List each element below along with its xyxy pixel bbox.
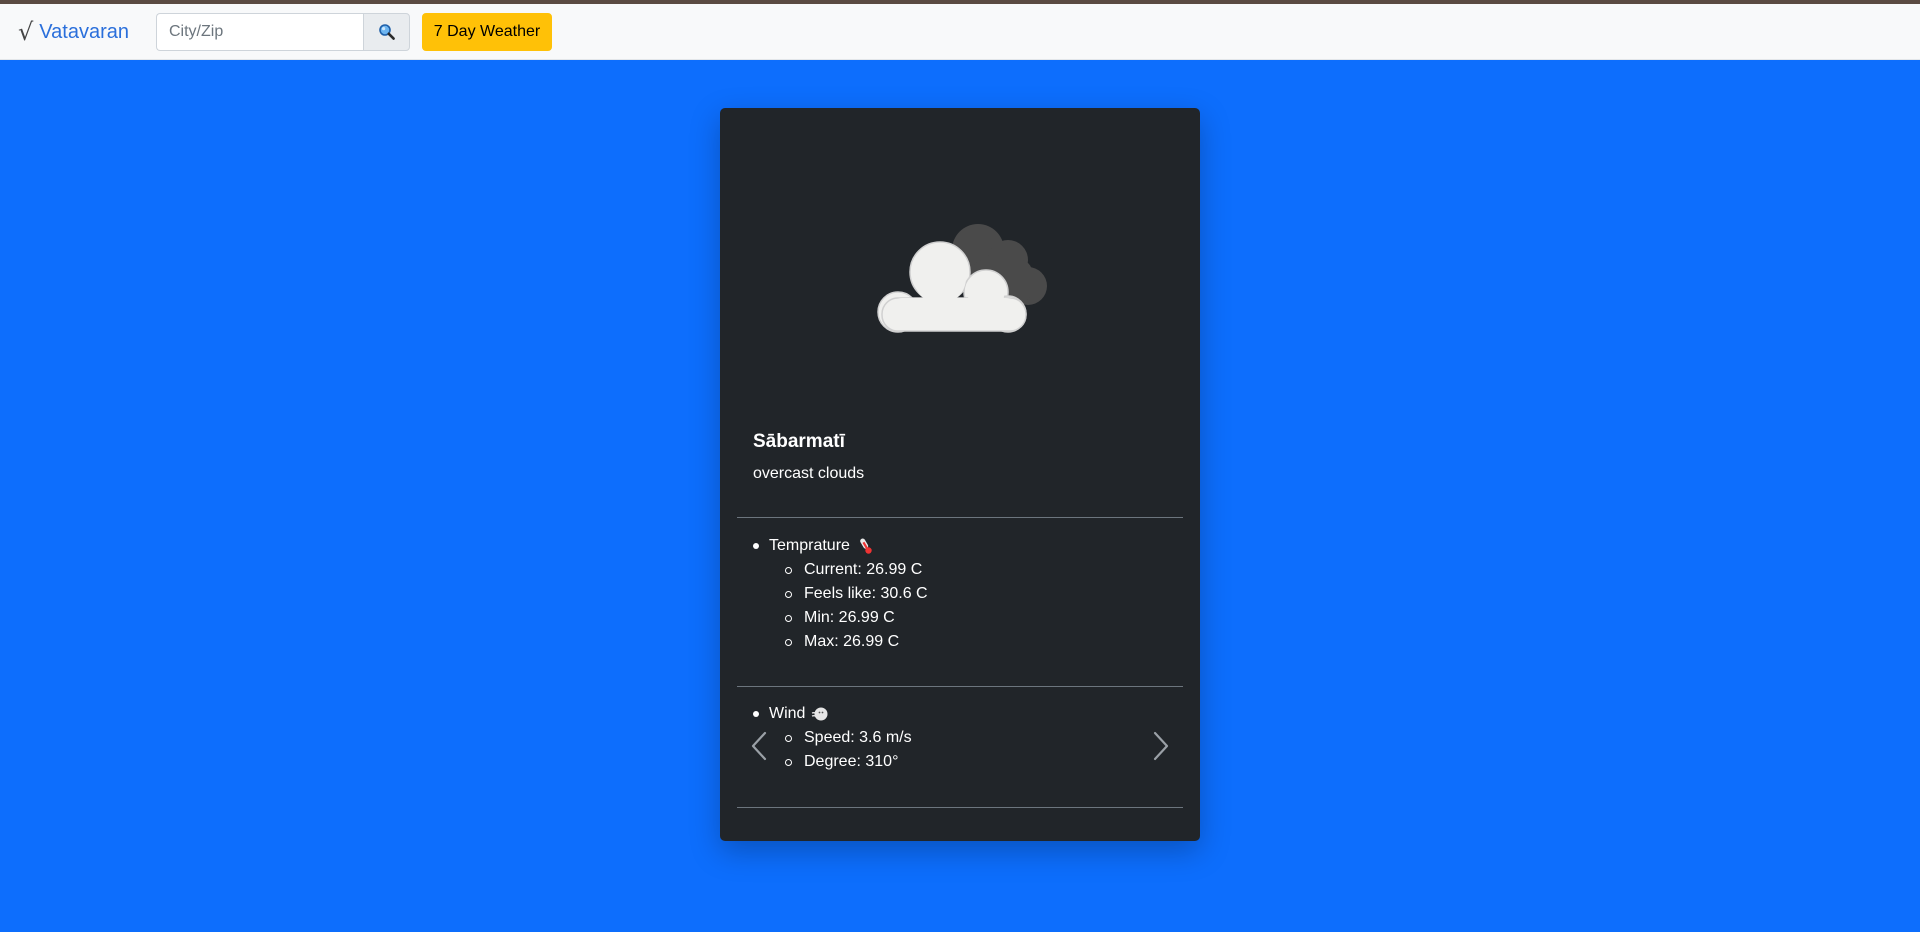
brand-name: Vatavaran xyxy=(39,20,129,43)
wind-speed: Speed: 3.6 m/s xyxy=(804,729,912,746)
temperature-max: Max: 26.99 C xyxy=(804,633,900,650)
bullet xyxy=(753,711,759,717)
seven-day-weather-button[interactable]: 7 Day Weather xyxy=(422,13,552,51)
thermometer-icon xyxy=(860,538,872,554)
bullet xyxy=(785,566,792,574)
search-input[interactable] xyxy=(156,13,363,51)
wind-face-icon xyxy=(812,707,828,721)
wind-heading: Wind xyxy=(753,702,912,726)
wind-label: Wind xyxy=(769,705,806,722)
temperature-feels-like: Feels like: 30.6 C xyxy=(804,585,928,602)
next-arrow-icon[interactable] xyxy=(1145,729,1175,763)
search-button[interactable] xyxy=(363,13,410,51)
bullet xyxy=(753,543,759,549)
overcast-clouds-icon xyxy=(877,224,1047,333)
bullet xyxy=(785,758,792,766)
previous-arrow-icon[interactable] xyxy=(745,729,775,763)
wind-degree: Degree: 310° xyxy=(804,753,899,770)
divider xyxy=(737,686,1183,687)
weather-description: overcast clouds xyxy=(753,465,865,482)
temperature-heading: Temprature xyxy=(753,534,928,558)
wind-section: Wind Speed: 3.6 m/s Degree: 310° xyxy=(753,702,912,774)
weather-card: Sābarmatī overcast clouds Temprature Cur… xyxy=(720,108,1200,841)
list-item: Max: 26.99 C xyxy=(785,630,928,654)
bullet xyxy=(785,590,792,598)
list-item: Degree: 310° xyxy=(785,750,912,774)
search-group xyxy=(156,13,410,51)
bullet xyxy=(785,638,792,646)
temperature-details: Current: 26.99 C Feels like: 30.6 C Min:… xyxy=(753,558,928,654)
brand-check-icon: √ xyxy=(18,18,34,46)
divider xyxy=(737,517,1183,518)
wind-details: Speed: 3.6 m/s Degree: 310° xyxy=(753,726,912,774)
list-item: Feels like: 30.6 C xyxy=(785,582,928,606)
city-name: Sābarmatī xyxy=(753,431,845,452)
navbar: √ Vatavaran 7 Day Weather xyxy=(0,4,1920,60)
brand-link[interactable]: √ Vatavaran xyxy=(18,16,129,48)
temperature-current: Current: 26.99 C xyxy=(804,561,923,578)
temperature-label: Temprature xyxy=(769,537,850,554)
list-item: Speed: 3.6 m/s xyxy=(785,726,912,750)
bullet xyxy=(785,734,792,742)
temperature-min: Min: 26.99 C xyxy=(804,609,895,626)
divider xyxy=(737,807,1183,808)
bullet xyxy=(785,614,792,622)
list-item: Current: 26.99 C xyxy=(785,558,928,582)
magnifier-icon xyxy=(378,24,395,40)
temperature-section: Temprature Current: 26.99 C Feels like: … xyxy=(753,534,928,654)
list-item: Min: 26.99 C xyxy=(785,606,928,630)
